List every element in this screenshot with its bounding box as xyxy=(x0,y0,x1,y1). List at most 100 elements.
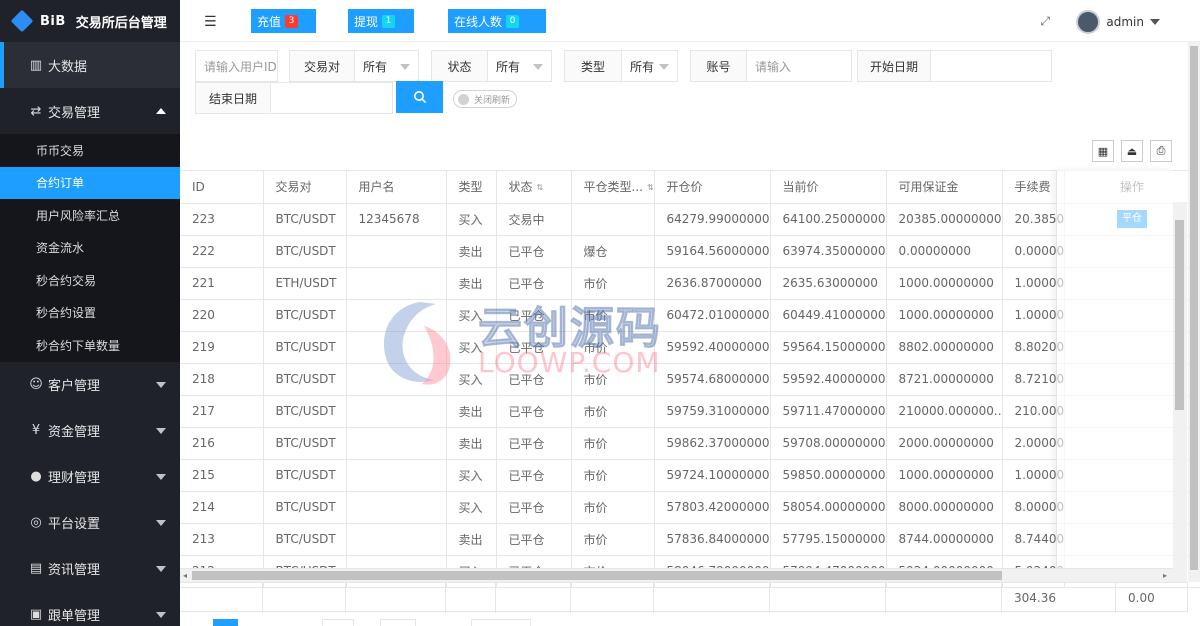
table-row: 219 BTC/USDT 买入 已平仓 市价 59592.40000000 59564.15… xyxy=(180,331,1200,364)
sidebar-item-copy-trade[interactable]: ▣ 跟单管理 xyxy=(0,592,180,626)
table-cell: 2000.00000000 xyxy=(886,427,1003,460)
sidebar-item-label: 平台设置 xyxy=(48,517,101,532)
page-size-select[interactable] xyxy=(380,619,416,626)
auto-refresh-toggle[interactable]: 关闭刷新 xyxy=(453,90,518,108)
submenu-item-spot-trade[interactable]: 币币交易 xyxy=(0,134,180,167)
table-row: 218 BTC/USDT 买入 已平仓 市价 59574.68000000 59592.40… xyxy=(180,363,1200,396)
page-go-button[interactable] xyxy=(471,619,531,626)
table-cell: 57836.84000000 xyxy=(654,523,771,556)
type-select[interactable]: 所有 xyxy=(621,50,678,82)
account-placeholder: 请输入 xyxy=(755,59,792,74)
money-bag-icon: ¥ xyxy=(31,423,41,438)
account-input[interactable]: 请输入 xyxy=(746,50,852,82)
table-cell: BTC/USDT xyxy=(263,459,347,492)
submenu-item-contract-orders[interactable]: 合约订单 xyxy=(0,166,180,199)
table-cell: 买入 xyxy=(446,363,497,396)
submenu-item-second-contract-orders-count[interactable]: 秒合约下单数量 xyxy=(0,329,180,362)
user-menu[interactable]: admin xyxy=(1076,10,1160,34)
totals-cell xyxy=(571,583,654,613)
table-cell: 64100.25000000 xyxy=(770,203,887,236)
table-cell: 已平仓 xyxy=(496,395,572,428)
withdraw-count-badge: 1 xyxy=(382,14,396,28)
page-current[interactable] xyxy=(213,619,238,626)
sort-icon[interactable]: ⇅ xyxy=(647,183,653,192)
horizontal-scrollbar[interactable]: ◂ ▸ xyxy=(180,568,1173,582)
sidebar-item-platform-settings[interactable]: ◎ 平台设置 xyxy=(0,500,180,546)
withdraw-button[interactable]: 提现 1 xyxy=(348,9,414,33)
submenu-item-second-contract-trade[interactable]: 秒合约交易 xyxy=(0,264,180,297)
sidebar-item-label: 大数据 xyxy=(48,59,88,75)
totals-cell xyxy=(654,583,770,613)
scroll-left-icon[interactable]: ◂ xyxy=(183,571,187,580)
sidebar-item-news[interactable]: ▤ 资讯管理 xyxy=(0,546,180,592)
table-cell: 63974.35000000 xyxy=(770,235,887,268)
column-header-label: 用户名 xyxy=(358,180,395,195)
pair-select[interactable]: 所有 xyxy=(354,50,419,82)
table-cell: 0.000000 xyxy=(1002,235,1065,268)
column-header[interactable]: 状态 ⇅ xyxy=(496,171,572,204)
sort-icon[interactable]: ⇅ xyxy=(537,183,544,192)
brand-icon xyxy=(10,9,34,33)
sidebar-item-label: 客户管理 xyxy=(48,379,101,394)
submenu-item-fund-flow[interactable]: 资金流水 xyxy=(0,232,180,265)
table-cell: 已平仓 xyxy=(496,235,572,268)
table-cell: 买入 xyxy=(446,491,497,524)
sidebar-item-customers[interactable]: ☺ 客户管理 xyxy=(0,362,180,408)
submenu-label: 资金流水 xyxy=(36,241,85,256)
scroll-right-icon[interactable]: ▸ xyxy=(1163,571,1167,580)
totals-cell xyxy=(263,583,346,613)
sidebar-item-wealth[interactable]: ● 理财管理 xyxy=(0,454,180,500)
online-users-button[interactable]: 在线人数 0 xyxy=(448,9,546,33)
table-header-row: ID 交易对 用户名 类型 状态 ⇅ 平仓类型... ⇅ 开仓价 当前价 可用保证金 手续费 操作 xyxy=(180,171,1200,204)
column-header-label: 平仓类型... xyxy=(583,180,643,195)
totals-cell xyxy=(180,583,263,613)
start-date-label: 开始日期 xyxy=(857,50,931,82)
start-date-input[interactable] xyxy=(930,50,1052,82)
table-cell xyxy=(346,395,447,428)
columns-filter-button[interactable]: ▦ xyxy=(1092,140,1114,162)
end-date-input[interactable] xyxy=(270,82,393,114)
table-cell: 8.000000 xyxy=(1002,491,1065,524)
submenu-item-risk-summary[interactable]: 用户风险率汇总 xyxy=(0,199,180,232)
copy-trade-icon: ▣ xyxy=(29,607,43,622)
column-header[interactable]: 平仓类型... ⇅ xyxy=(571,171,655,204)
fullscreen-icon[interactable]: ⤢ xyxy=(1040,14,1050,29)
sidebar-item-big-data[interactable]: ▥ 大数据 xyxy=(0,42,180,88)
table-cell: 218 xyxy=(180,363,264,396)
table-cell: 1.000000 xyxy=(1002,267,1065,300)
table-cell: BTC/USDT xyxy=(263,523,347,556)
user-id-input[interactable]: 请输入用户ID xyxy=(195,50,278,82)
table-cell: BTC/USDT xyxy=(263,427,347,460)
search-icon xyxy=(413,91,426,104)
table-cell: 1000.00000000 xyxy=(886,267,1003,300)
end-date-label: 结束日期 xyxy=(195,82,271,114)
table-cell: 220 xyxy=(180,299,264,332)
page-scroll-thumb[interactable] xyxy=(1190,46,1198,570)
table-cell: BTC/USDT xyxy=(263,235,347,268)
sidebar-item-trade-management[interactable]: ⇄ 交易管理 xyxy=(0,88,180,134)
page-jump-input[interactable] xyxy=(322,619,354,626)
close-position-button[interactable]: 平仓 xyxy=(1117,210,1147,228)
print-button[interactable]: ⎙ xyxy=(1150,140,1172,162)
table-cell: 卖出 xyxy=(446,427,497,460)
submenu-label: 秒合约设置 xyxy=(36,306,97,321)
table-row: 220 BTC/USDT 买入 已平仓 市价 60472.01000000 60449.41… xyxy=(180,299,1200,332)
menu-toggle-icon[interactable]: ☰ xyxy=(204,14,217,30)
page-vertical-scrollbar[interactable] xyxy=(1188,42,1200,582)
totals-cell xyxy=(446,583,496,613)
status-select[interactable]: 所有 xyxy=(487,50,552,82)
logo[interactable]: BiB 交易所后台管理 xyxy=(0,0,180,42)
submenu-item-second-contract-settings[interactable]: 秒合约设置 xyxy=(0,297,180,330)
table-cell: 57795.15000000 xyxy=(770,523,887,556)
table-cell: 58054.00000000 xyxy=(770,491,887,524)
totals-cell xyxy=(886,583,1002,613)
horizontal-scroll-thumb[interactable] xyxy=(192,571,1002,580)
export-button[interactable]: ⏏ xyxy=(1121,140,1143,162)
recharge-button[interactable]: 充值 3 xyxy=(251,9,316,33)
sidebar-item-funds[interactable]: ¥ 资金管理 xyxy=(0,408,180,454)
search-button[interactable] xyxy=(396,81,443,113)
chevron-up-icon xyxy=(156,108,166,114)
table-scroll-thumb[interactable] xyxy=(1175,220,1184,410)
table-cell: 8.721000 xyxy=(1002,363,1065,396)
table-vertical-scrollbar[interactable] xyxy=(1173,202,1187,582)
